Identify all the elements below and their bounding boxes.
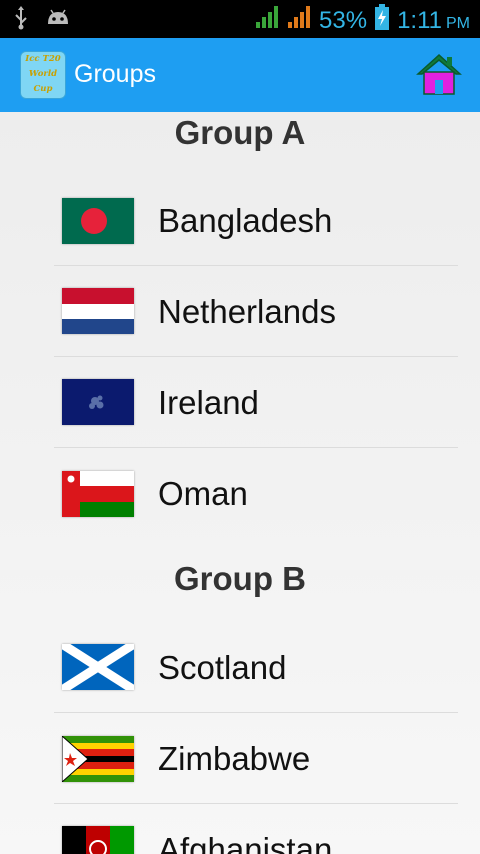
netherlands-flag-icon [62, 288, 134, 334]
list-item-bangladesh[interactable]: Bangladesh [54, 175, 458, 266]
android-icon [46, 8, 70, 33]
signal-icon [255, 5, 279, 36]
list-item-afghanistan[interactable]: Afghanistan [54, 804, 458, 854]
country-name: Scotland [158, 649, 287, 686]
list-item-netherlands[interactable]: Netherlands [54, 266, 458, 357]
status-bar: 53% 1:11 PM [0, 0, 480, 38]
country-name: Netherlands [158, 293, 336, 330]
home-icon [416, 53, 462, 95]
battery-charging-icon [375, 4, 390, 37]
list-item-zimbabwe[interactable]: Zimbabwe [54, 713, 458, 804]
clock-time: 1:11 [397, 6, 442, 34]
country-name: Bangladesh [158, 202, 333, 239]
country-name: Zimbabwe [158, 740, 311, 777]
usb-icon [14, 6, 28, 35]
page-title: Groups [74, 60, 156, 88]
group-b-header: Group B [174, 560, 306, 597]
app-logo[interactable]: Icc T20 World Cup 2016 [20, 51, 66, 99]
logo-line-1: Icc T20 [25, 54, 61, 64]
list-item-oman[interactable]: Oman [54, 448, 458, 539]
home-button[interactable] [416, 52, 462, 96]
country-name: Ireland [158, 384, 259, 421]
list-item-scotland[interactable]: Scotland [54, 622, 458, 713]
country-name: Oman [158, 475, 248, 512]
ireland-flag-icon [62, 379, 134, 425]
action-bar: Icc T20 World Cup 2016 Groups [0, 38, 480, 112]
logo-line-2: World Cup [28, 69, 58, 94]
clock-ampm: PM [446, 14, 470, 32]
list-item-ireland[interactable]: Ireland [54, 357, 458, 448]
battery-percent: 53% [319, 6, 368, 34]
logo-line-3: 2016 [21, 97, 65, 98]
group-a-header: Group A [174, 114, 306, 151]
groups-list[interactable]: Group A Bangladesh Netherlands Ireland O… [0, 112, 480, 854]
signal-icon-2 [287, 5, 311, 36]
zimbabwe-flag-icon [61, 734, 134, 784]
afghanistan-flag-icon [62, 826, 134, 854]
bangladesh-flag-icon [62, 198, 134, 244]
country-name: Afghanistan [158, 831, 333, 854]
oman-flag-icon [62, 471, 134, 517]
scotland-flag-icon [59, 640, 137, 694]
